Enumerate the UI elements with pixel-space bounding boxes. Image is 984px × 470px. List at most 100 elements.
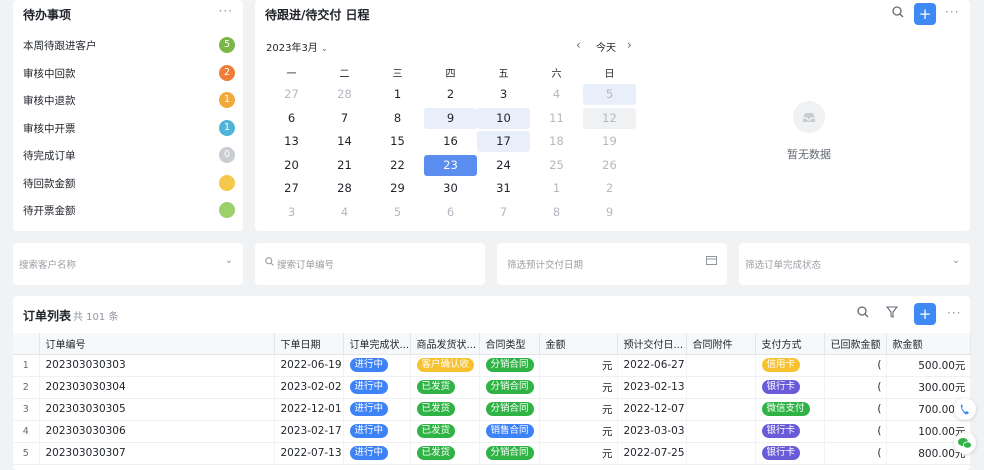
column-header[interactable]: 下单日期	[274, 333, 344, 355]
todo-count-badge: 5	[219, 37, 235, 53]
calendar-day[interactable]: 1	[530, 178, 583, 199]
empty-text: 暂无数据	[787, 148, 831, 161]
column-header[interactable]: 订单完成状...	[343, 333, 411, 355]
prev-month-icon[interactable]: ‹	[576, 38, 581, 52]
column-header[interactable]: 金额	[539, 333, 618, 355]
todo-count-badge: 1	[219, 92, 235, 108]
column-header[interactable]: 订单编号	[39, 333, 275, 355]
search-icon[interactable]	[852, 303, 874, 325]
calendar-day[interactable]: 4	[318, 202, 371, 223]
calendar-day[interactable]: 14	[318, 131, 371, 152]
calendar-day[interactable]: 23	[424, 154, 477, 176]
todo-item[interactable]: 待开票金额	[23, 200, 235, 220]
customer-filter[interactable]: 搜索客户名称 ⌄	[13, 243, 243, 285]
calendar-day[interactable]: 9	[583, 202, 636, 223]
column-header[interactable]: 预计交付日...	[617, 333, 687, 355]
phone-icon[interactable]	[954, 398, 976, 420]
table-row[interactable]: 4 202303030306 2023-02-17 进行中 已发货 销售合同 元…	[13, 420, 971, 443]
table-row[interactable]: 2 202303030304 2023-02-02 进行中 已发货 分销合同 元…	[13, 376, 971, 399]
calendar-day[interactable]: 8	[530, 202, 583, 223]
calendar-day[interactable]: 26	[583, 155, 636, 176]
todo-item[interactable]: 待完成订单 0	[23, 145, 235, 165]
todo-item[interactable]: 待回款金额	[23, 173, 235, 193]
order-search-input[interactable]: 搜索订单编号	[277, 257, 334, 271]
calendar-day[interactable]: 10	[477, 107, 530, 129]
todo-item[interactable]: 审核中回款 2	[23, 63, 235, 83]
calendar-day[interactable]: 27	[265, 84, 318, 105]
ship-tag: 已发货	[416, 380, 456, 394]
next-month-icon[interactable]: ›	[627, 38, 632, 52]
calendar-day[interactable]: 2	[583, 178, 636, 199]
calendar-day[interactable]: 29	[371, 178, 424, 199]
todo-title: 待办事项	[23, 8, 72, 22]
calendar-day[interactable]: 19	[583, 131, 636, 152]
calendar-day[interactable]: 24	[477, 155, 530, 176]
column-header[interactable]: 商品发货状...	[410, 333, 480, 355]
calendar-day[interactable]: 21	[318, 155, 371, 176]
calendar-day[interactable]: 28	[318, 84, 371, 105]
add-order-button[interactable]: +	[914, 303, 936, 325]
month-selector[interactable]: 2023年3月 ⌄	[266, 39, 328, 54]
delivery-cell: 2022-12-07	[617, 398, 687, 421]
delivery-date-input[interactable]: 筛选预计交付日期	[507, 257, 583, 271]
todo-item[interactable]: 审核中退款 1	[23, 90, 235, 110]
calendar-day[interactable]: 11	[530, 108, 583, 129]
calendar-day[interactable]: 30	[424, 178, 477, 199]
calendar-day[interactable]: 9	[424, 107, 477, 129]
calendar-day[interactable]: 3	[265, 202, 318, 223]
table-row[interactable]: 5 202303030307 2022-07-13 进行中 已发货 分销合同 元…	[13, 442, 971, 465]
search-icon[interactable]	[887, 3, 909, 25]
customer-search-input[interactable]: 搜索客户名称	[19, 257, 76, 271]
order-date-cell: 2023-02-02	[274, 376, 344, 399]
calendar-day[interactable]: 25	[530, 155, 583, 176]
order-filter[interactable]: 搜索订单编号	[255, 243, 485, 285]
filter-icon[interactable]	[881, 303, 903, 325]
wechat-icon[interactable]	[954, 432, 976, 454]
calendar-day[interactable]: 8	[371, 108, 424, 129]
pay-tag: 银行卡	[761, 424, 801, 438]
chevron-down-icon: ⌄	[224, 255, 233, 266]
contract-tag: 分销合同	[485, 446, 534, 460]
calendar-day[interactable]: 6	[265, 108, 318, 129]
status-filter[interactable]: 筛选订单完成状态 ⌄	[739, 243, 970, 285]
todo-item[interactable]: 本周待跟进客户 5	[23, 35, 235, 55]
calendar-day[interactable]: 13	[265, 131, 318, 152]
calendar-day[interactable]: 22	[371, 155, 424, 176]
calendar-day[interactable]: 16	[424, 131, 477, 152]
today-button[interactable]: 今天	[596, 39, 616, 54]
calendar-day[interactable]: 28	[318, 178, 371, 199]
column-header[interactable]: 已回款金额	[824, 333, 887, 355]
calendar-day[interactable]: 17	[477, 131, 530, 152]
add-button[interactable]: +	[914, 3, 936, 25]
column-header[interactable]: 款金额	[886, 333, 971, 355]
calendar-day[interactable]: 7	[477, 202, 530, 223]
table-row[interactable]: 3 202303030305 2022-12-01 进行中 已发货 分销合同 元…	[13, 398, 971, 421]
calendar-day[interactable]: 31	[477, 178, 530, 199]
more-icon[interactable]: ···	[219, 4, 233, 18]
calendar-day[interactable]: 5	[371, 202, 424, 223]
more-icon[interactable]: ···	[947, 306, 961, 320]
delivery-filter[interactable]: 筛选预计交付日期	[497, 243, 727, 285]
todo-item[interactable]: 审核中开票 1	[23, 118, 235, 138]
more-icon[interactable]: ···	[945, 5, 959, 19]
column-header[interactable]: 支付方式	[755, 333, 825, 355]
calendar-day[interactable]: 18	[530, 131, 583, 152]
status-select[interactable]: 筛选订单完成状态	[745, 257, 821, 271]
calendar-day[interactable]: 4	[530, 84, 583, 105]
calendar-day[interactable]: 3	[477, 84, 530, 105]
calendar-day[interactable]: 7	[318, 108, 371, 129]
order-id-cell: 202303030305	[39, 398, 275, 421]
calendar-day[interactable]: 6	[424, 202, 477, 223]
table-row[interactable]: 1 202303030303 2022-06-19 进行中 客户确认收 分销合同…	[13, 354, 971, 377]
attachment-cell	[686, 354, 756, 377]
calendar-day[interactable]: 27	[265, 178, 318, 199]
column-header[interactable]: 合同附件	[686, 333, 756, 355]
calendar-day[interactable]: 5	[583, 84, 636, 105]
column-header[interactable]: 合同类型	[479, 333, 540, 355]
calendar-day[interactable]: 20	[265, 155, 318, 176]
calendar-day[interactable]: 1	[371, 84, 424, 105]
calendar-icon	[706, 255, 717, 268]
calendar-day[interactable]: 2	[424, 84, 477, 105]
calendar-day[interactable]: 15	[371, 131, 424, 152]
calendar-day[interactable]: 12	[583, 107, 636, 129]
